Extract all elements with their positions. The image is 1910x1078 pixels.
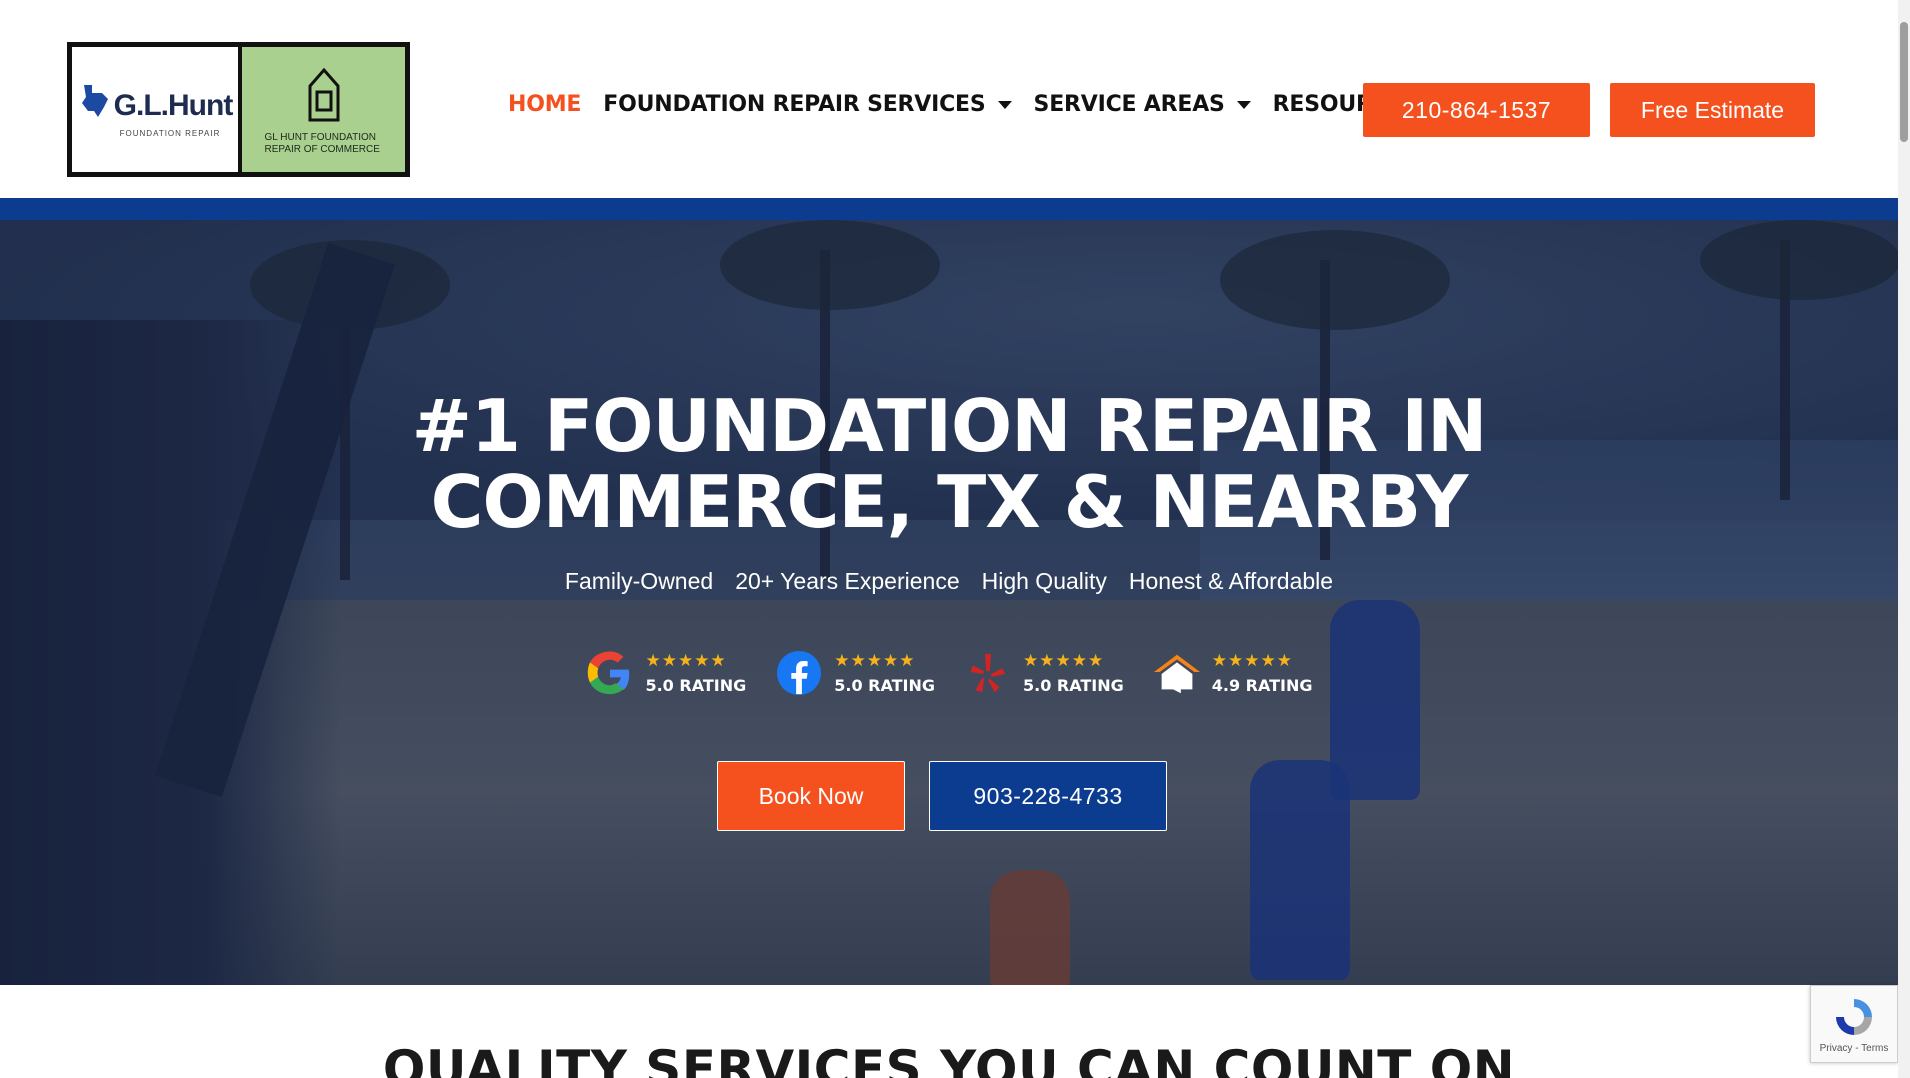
tagline-item: Family-Owned bbox=[564, 568, 714, 594]
hero-overlay bbox=[0, 220, 1898, 985]
homeadvisor-icon bbox=[1152, 648, 1202, 698]
stars: ★★★★★ bbox=[645, 650, 727, 670]
free-estimate-button[interactable]: Free Estimate bbox=[1610, 83, 1815, 137]
stars: ★★★★★ bbox=[1023, 650, 1105, 670]
ratings-row: ★★★★★ 5.0 RATING ★★★★★ 5.0 RATING ★★★★★ … bbox=[0, 648, 1898, 698]
facebook-icon bbox=[774, 648, 824, 698]
services-section-title: QUALITY SERVICES YOU CAN COUNT ON bbox=[382, 1040, 1516, 1078]
page-scrollbar[interactable] bbox=[1898, 0, 1910, 1078]
rating-facebook[interactable]: ★★★★★ 5.0 RATING bbox=[774, 648, 935, 698]
site-header: G.L.Hunt FOUNDATION REPAIR GL HUNT FOUND… bbox=[0, 0, 1898, 198]
stars: ★★★★★ bbox=[834, 650, 916, 670]
rating-text: ★★★★★ 5.0 RATING bbox=[834, 650, 935, 695]
texas-mark-icon bbox=[78, 81, 112, 131]
rating-google[interactable]: ★★★★★ 5.0 RATING bbox=[585, 648, 746, 698]
brand-name: G.L.Hunt bbox=[113, 89, 234, 122]
hero-title-line1: #1 FOUNDATION REPAIR IN bbox=[411, 384, 1488, 468]
rating-homeadvisor[interactable]: ★★★★★ 4.9 RATING bbox=[1152, 648, 1313, 698]
tagline-item: High Quality bbox=[981, 568, 1107, 594]
hero-title-line2: COMMERCE, TX & NEARBY bbox=[430, 460, 1469, 544]
nav-services-label: FOUNDATION REPAIR SERVICES bbox=[603, 92, 986, 117]
nav-foundation-repair-services[interactable]: FOUNDATION REPAIR SERVICES bbox=[603, 92, 1012, 117]
chevron-down-icon bbox=[1236, 100, 1251, 109]
recaptcha-badge[interactable]: Privacy - Terms bbox=[1810, 985, 1898, 1063]
rating-label: 5.0 RATING bbox=[645, 675, 747, 695]
hero-title: #1 FOUNDATION REPAIR IN COMMERCE, TX & N… bbox=[0, 388, 1898, 540]
nav-home[interactable]: HOME bbox=[508, 92, 581, 117]
rating-text: ★★★★★ 4.9 RATING bbox=[1211, 650, 1313, 695]
tagline-item: Honest & Affordable bbox=[1128, 568, 1334, 594]
nav-home-label: HOME bbox=[508, 92, 582, 117]
rating-text: ★★★★★ 5.0 RATING bbox=[645, 650, 747, 695]
nav-areas-label: SERVICE AREAS bbox=[1033, 92, 1225, 117]
hero-section: #1 FOUNDATION REPAIR IN COMMERCE, TX & N… bbox=[0, 220, 1898, 985]
rating-label: 5.0 RATING bbox=[834, 675, 935, 695]
recaptcha-text[interactable]: Privacy - Terms bbox=[1820, 1043, 1889, 1054]
glhunt-logo: G.L.Hunt FOUNDATION REPAIR bbox=[72, 47, 242, 172]
commerce-text: GL HUNT FOUNDATION REPAIR OF COMMERCE bbox=[264, 131, 380, 155]
tagline-item: 20+ Years Experience bbox=[735, 568, 960, 594]
rating-label: 4.9 RATING bbox=[1211, 675, 1313, 695]
yelp-icon bbox=[963, 648, 1013, 698]
rating-yelp[interactable]: ★★★★★ 5.0 RATING bbox=[963, 648, 1124, 698]
recaptcha-icon bbox=[1836, 998, 1872, 1035]
brand-sub: FOUNDATION REPAIR bbox=[119, 129, 221, 138]
brand-row: G.L.Hunt bbox=[78, 81, 233, 131]
site-logo[interactable]: G.L.Hunt FOUNDATION REPAIR GL HUNT FOUND… bbox=[67, 42, 410, 177]
google-icon bbox=[585, 648, 635, 698]
house-icon bbox=[308, 67, 339, 121]
header-accent-bar bbox=[0, 198, 1898, 220]
nav-service-areas[interactable]: SERVICE AREAS bbox=[1034, 92, 1251, 117]
stars: ★★★★★ bbox=[1211, 650, 1293, 670]
book-now-button[interactable]: Book Now bbox=[717, 761, 905, 831]
header-phone-button[interactable]: 210-864-1537 bbox=[1363, 83, 1590, 137]
hero-taglines: Family-Owned 20+ Years Experience High Q… bbox=[0, 568, 1898, 595]
call-phone-button[interactable]: 903-228-4733 bbox=[929, 761, 1167, 831]
scrollbar-thumb[interactable] bbox=[1900, 22, 1908, 142]
main-nav: HOME FOUNDATION REPAIR SERVICES SERVICE … bbox=[508, 92, 1467, 117]
chevron-down-icon bbox=[997, 100, 1012, 109]
rating-label: 5.0 RATING bbox=[1023, 675, 1124, 695]
commerce-logo: GL HUNT FOUNDATION REPAIR OF COMMERCE bbox=[242, 47, 405, 172]
rating-text: ★★★★★ 5.0 RATING bbox=[1023, 650, 1124, 695]
